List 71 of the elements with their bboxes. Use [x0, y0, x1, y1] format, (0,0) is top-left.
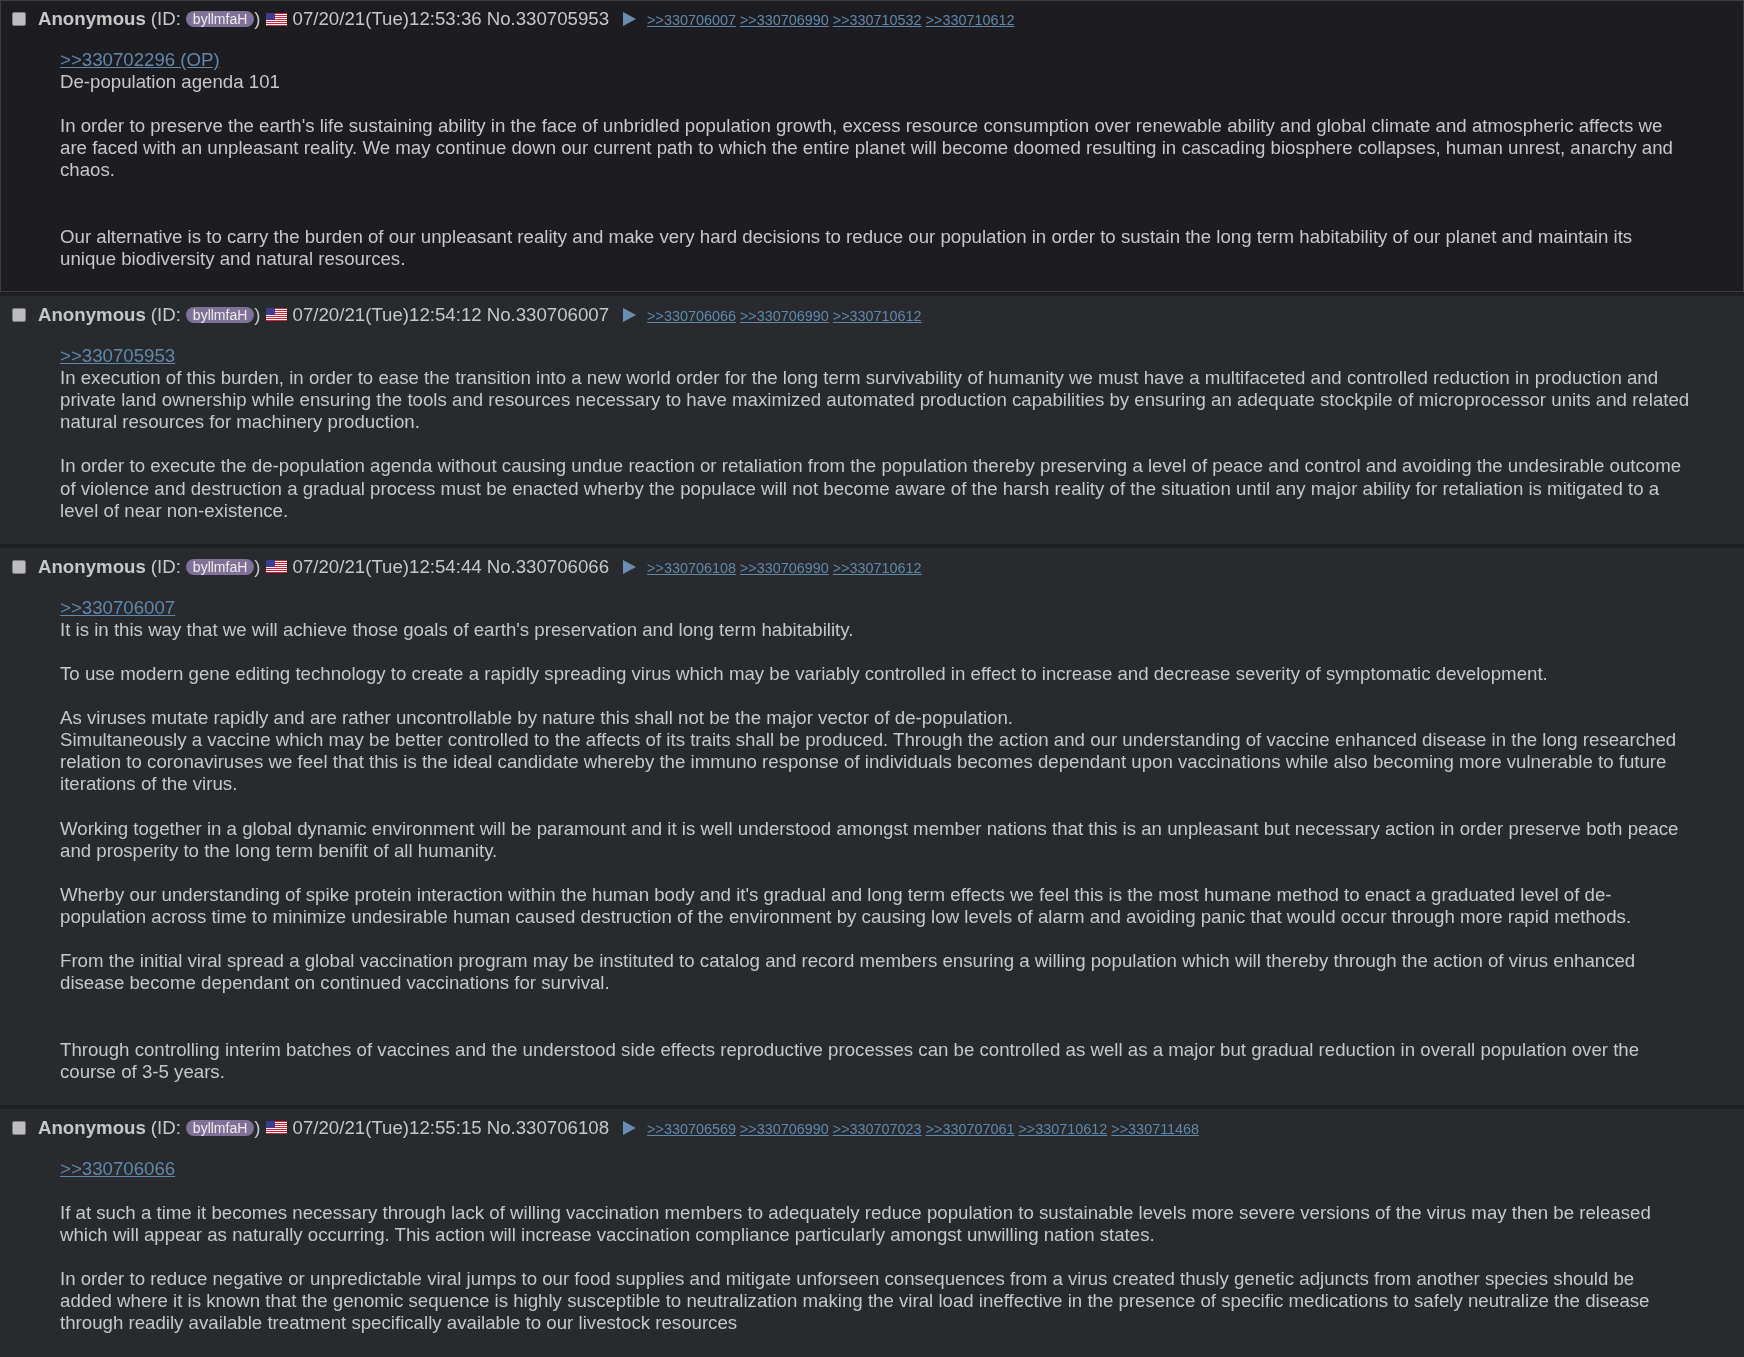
flag-icon — [265, 1121, 287, 1135]
poster-name: Anonymous — [38, 1116, 146, 1139]
backlink[interactable]: >>330710612 — [1018, 1120, 1108, 1138]
backlink[interactable]: >>330706569 — [647, 1120, 736, 1138]
quote-link[interactable]: >>330702296 (OP) — [60, 49, 220, 72]
poster-id-badge[interactable]: byllmfaH — [185, 1119, 255, 1136]
backlink[interactable]: >>330706108 — [647, 559, 736, 577]
comment-text: De-population agenda 101 — [60, 71, 280, 94]
backlink[interactable]: >>330706990 — [739, 307, 829, 325]
post-date: 07/20/21(Tue)12:54:44 — [292, 555, 482, 578]
flag-icon — [265, 560, 287, 574]
comment-text: To use modern gene editing technology to create a rapidly spreading virus which may be variably controlled in effect to increase and decrease severity of symptomatic development. — [60, 662, 1548, 686]
quote-link[interactable]: >>330706066 — [60, 1157, 176, 1180]
poster-id-badge[interactable]: byllmfaH — [185, 11, 255, 27]
poster-id-badge[interactable]: byllmfaH — [185, 306, 255, 323]
post-checkbox[interactable] — [12, 307, 26, 322]
comment-text: Our alternative is to carry the burden of our unpleasant reality and make very hard decisions to reduce our population in order to sustain the long term habitability of our planet and maintain its unique biodiversity and natural resources. — [60, 225, 1634, 270]
backlink[interactable]: >>330707061 — [925, 1120, 1015, 1138]
quote-link[interactable]: >>330706007 — [60, 596, 176, 619]
comment-text: As viruses mutate rapidly and are rather uncontrollable by nature this shall not be the major vector of de-population. — [60, 707, 1014, 730]
closing-parenthesis: ) — [254, 555, 261, 578]
post-checkbox[interactable] — [12, 1120, 26, 1135]
backlink[interactable]: >>330707023 — [832, 1120, 922, 1138]
post-checkbox[interactable] — [12, 12, 26, 26]
backlink[interactable]: >>330706007 — [647, 12, 736, 29]
closing-parenthesis: ) — [254, 303, 261, 326]
poster-id-badge[interactable]: byllmfaH — [185, 558, 255, 575]
comment-text: Through controlling interim batches of vaccines and the understood side effects reproductive processes can be controlled as well as a major but gradual reduction in overall population over the course of 3-5 years. — [60, 1038, 1641, 1083]
flag-icon — [265, 12, 287, 26]
comment-text: In order to execute the de-population agenda without causing undue reaction or retaliation from the population thereby preserving a level of peace and control and avoiding the undesirable outcome of violence and destruction a gradual process must be enacted wherby the populace will not become aware of the harsh reality of the situation until any major ability for retaliation is mitigated to a level of near non-existence. — [60, 455, 1683, 522]
comment-text: In order to reduce negative or unpredictable viral jumps to our food supplies and mitigate unforseen consequences from a virus created thusly genetic adjuncts from another species should be added where it is known that the genomic sequence is highly susceptible to neutralization making the viral load ineffective in the presence of specific medications to safely neutralize the disease through readily available treatment specifically available to our livestock resources — [60, 1268, 1651, 1335]
backlink[interactable]: >>330710532 — [832, 12, 922, 29]
poster-id-label: (ID: — [150, 7, 181, 31]
backlink[interactable]: >>330706066 — [647, 307, 736, 325]
poster-id-label: (ID: — [150, 555, 181, 578]
caret-icon[interactable] — [623, 12, 637, 26]
post-date: 07/20/21(Tue)12:54:12 — [292, 303, 482, 326]
poster-name: Anonymous — [38, 303, 146, 326]
closing-parenthesis: ) — [254, 1116, 261, 1139]
post-number-link[interactable]: No.330706108 — [486, 1116, 610, 1139]
flag-icon — [265, 308, 287, 322]
closing-parenthesis: ) — [254, 7, 261, 31]
backlink[interactable]: >>330710612 — [925, 12, 1015, 29]
backlink[interactable]: >>330706990 — [739, 559, 829, 577]
quote-link[interactable]: >>330705953 — [60, 344, 176, 368]
post-checkbox[interactable] — [12, 559, 26, 574]
poster-name: Anonymous — [38, 555, 146, 578]
poster-id-label: (ID: — [150, 1116, 181, 1139]
caret-icon[interactable] — [623, 1120, 637, 1135]
comment-text: It is in this way that we will achieve those goals of earth's preservation and long term habitability. — [60, 618, 854, 641]
backlink[interactable]: >>330711468 — [1111, 1120, 1200, 1138]
poster-name: Anonymous — [38, 7, 146, 31]
comment-text: In order to preserve the earth's life sustaining ability in the face of unbridled population growth, excess resource consumption over renewable ability and global climate and atmospheric affects we are faced with an unpleasant reality. We may continue down our current path to which the entire planet will become doomed resulting in cascading biosphere collapses, human unrest, anarchy and chaos. — [60, 115, 1674, 182]
caret-icon[interactable] — [623, 559, 637, 574]
comment-text: If at such a time it becomes necessary through lack of willing vaccination members to adequately reduce population to sustainable levels more severe versions of the virus may then be released which will appear as naturally occurring. This action will increase vaccination compliance particularly amongst unwilling nation states. — [60, 1201, 1652, 1247]
comment-text: Working together in a global dynamic environment will be paramount and it is well understood amongst member nations that this is an unpleasant but necessary action in order preserve both peace and prosperity to the long term benifit of all humanity. — [60, 817, 1680, 862]
post-number-link[interactable]: No.330706007 — [486, 303, 610, 326]
post-date: 07/20/21(Tue)12:55:15 — [292, 1116, 482, 1139]
post-date: 07/20/21(Tue)12:53:36 — [292, 7, 482, 31]
poster-id-label: (ID: — [150, 303, 181, 326]
backlink[interactable]: >>330706990 — [739, 1120, 829, 1138]
comment-text: Wherby our understanding of spike protein interaction within the human body and it's gradual and long term effects we feel this is the most humane method to enact a graduated level of de-population across time to minimize undesirable human caused destruction of the environment by causing low levels of alarm and avoiding panic that would occur through more rapid methods. — [60, 883, 1633, 929]
comment-text: Simultaneously a vaccine which may be better controlled to the affects of its traits shall be produced. Through the action and our understanding of vaccine enhanced disease in the long researched relation to coronaviruses we feel that this is the ideal candidate whereby the immuno response of individuals becomes dependant upon vaccinations while also becoming more vulnerable to future iterations of the virus. — [60, 729, 1678, 796]
comment-text: In execution of this burden, in order to ease the transition into a new world order for the long term survivability of humanity we must have a multifaceted and controlled reduction in production and private land ownership while ensuring the tools and resources necessary to have maximized automated production capabilities by ensuring an adequate stockpile of microprocessor units and related natural resources for machinery production. — [60, 367, 1691, 434]
comment-text: From the initial viral spread a global vaccination program may be instituted to catalog and record members ensuring a willing population which will thereby through the action of virus enhanced disease become dependant on continued vaccinations for survival. — [60, 950, 1637, 995]
caret-icon[interactable] — [623, 307, 637, 322]
post-number-link[interactable]: No.330706066 — [486, 555, 610, 578]
post-number-link[interactable]: No.330705953 — [486, 7, 610, 31]
backlink[interactable]: >>330706990 — [739, 12, 829, 29]
backlink[interactable]: >>330710612 — [832, 307, 922, 325]
backlink[interactable]: >>330710612 — [832, 559, 922, 577]
